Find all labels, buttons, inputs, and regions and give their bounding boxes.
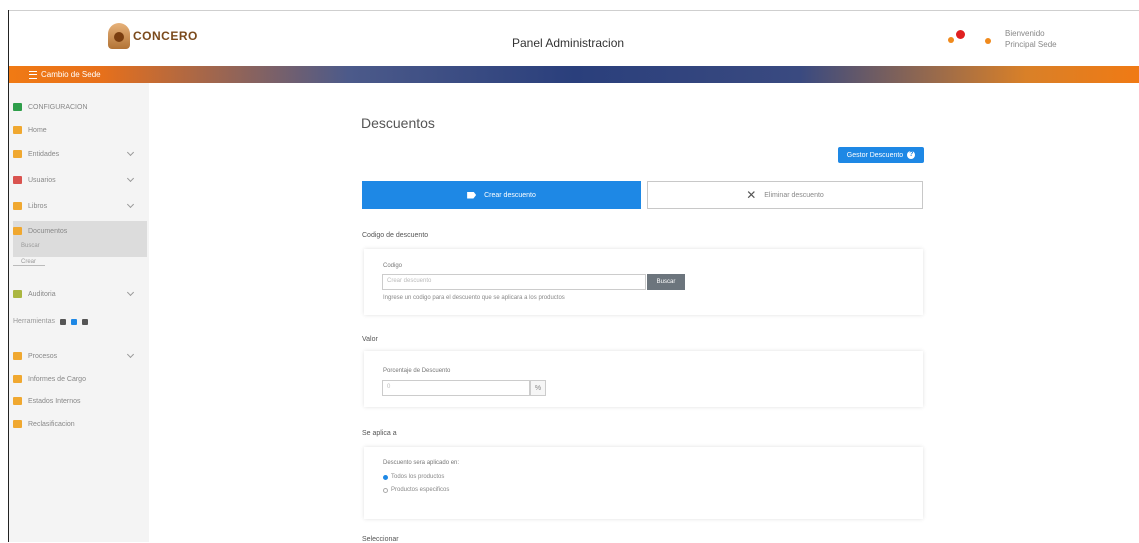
sidebar-item-label: Usuarios [28,176,56,184]
sidebar-tools: Herramientas [13,318,89,325]
sidebar-item-entidades[interactable]: Entidades [13,147,143,161]
bell-icon [948,37,954,43]
reclassify-icon [13,420,22,428]
close-icon: ✕ [746,188,757,202]
gestor-descuento-label: Gestor Descuento [846,151,904,159]
tag-icon [467,191,477,199]
chevron-down-icon [126,288,135,297]
chevron-down-icon [126,350,135,359]
sidebar-item-label: Reclasificacion [28,420,75,428]
tab-crear-descuento[interactable]: Crear descuento [362,181,641,209]
radio-selected-icon [383,474,388,480]
sidebar: CONFIGURACION Home Entidades Usuarios Li… [9,83,149,542]
sidebar-item-label: Home [28,126,47,134]
entities-icon [13,150,22,158]
sidebar-item-usuarios[interactable]: Usuarios [13,173,143,187]
home-icon [13,126,22,134]
section-valor-label: Valor [362,336,378,343]
users-icon [13,176,22,184]
sidebar-item-label: Libros [28,202,48,210]
sidebar-item-estados[interactable]: Estados Internos [13,394,143,408]
sidebar-item-documentos[interactable]: Documentos [13,224,143,238]
codigo-input[interactable]: Crear descuento [382,274,646,290]
sidebar-item-label: Estados Internos [28,397,81,405]
aplica-card: Descuento sera aplicado en: Todos los pr… [364,447,923,519]
percent-suffix: % [530,380,546,396]
user-greeting: Bienvenido [1005,29,1045,38]
process-icon [13,352,22,360]
chevron-down-icon [126,148,135,157]
user-info[interactable]: Bienvenido Principal Sede [1005,28,1057,50]
sidebar-item-procesos[interactable]: Procesos [13,349,143,363]
user-sede: Principal Sede [1005,40,1057,49]
notification-badge [956,30,965,39]
brand-logo[interactable]: CONCERO [108,23,198,49]
tools-label: Herramientas [13,318,56,325]
sidebar-item-label: Auditoria [28,290,56,298]
user-icon[interactable] [985,38,991,44]
sidebar-item-libros[interactable]: Libros [13,199,143,213]
radio-productos-especificos[interactable]: Productos especificos [383,487,449,493]
tab-eliminar-descuento[interactable]: ✕ Eliminar descuento [647,181,923,209]
codigo-field-label: Codigo [383,263,403,269]
logo-text: CONCERO [133,29,198,43]
radio-todos-productos[interactable]: Todos los productos [383,474,444,480]
chevron-down-icon [126,174,135,183]
top-navigation-bar: Cambio de Sede [9,66,1139,83]
help-icon: ? [907,151,916,159]
sidebar-item-auditoria[interactable]: Auditoria [13,287,143,301]
document-icon [13,227,22,235]
notification-bell-icon[interactable] [948,30,966,48]
audit-icon [13,290,22,298]
sidebar-item-label: Documentos [28,227,68,235]
tool-icon[interactable] [71,318,78,325]
sidebar-item-reclasificacion[interactable]: Reclasificacion [13,417,143,431]
logo-mark-icon [108,23,130,49]
tab-label: Crear descuento [484,191,536,199]
sidebar-item-informes[interactable]: Informes de Cargo [13,372,143,386]
radio-unselected-icon [383,487,388,493]
section-codigo-label: Codigo de descuento [362,232,429,239]
chevron-down-icon [126,200,135,209]
change-sede-label: Cambio de Sede [41,70,101,79]
sidebar-item-label: CONFIGURACION [28,103,88,111]
sidebar-divider [13,265,45,266]
sidebar-item-configuracion[interactable]: CONFIGURACION [13,100,143,114]
sidebar-item-label: Informes de Cargo [28,375,86,383]
sidebar-item-home[interactable]: Home [13,123,143,137]
section-aplica-label: Se aplica a [362,430,397,437]
tool-icon[interactable] [60,318,67,325]
status-icon [13,397,22,405]
book-icon [13,202,22,210]
codigo-help-text: Ingrese un codigo para el descuento que … [383,295,565,301]
tool-icon[interactable] [82,318,89,325]
tab-label: Eliminar descuento [764,191,824,199]
gestor-descuento-button[interactable]: Gestor Descuento ? [838,147,924,163]
config-icon [13,103,22,111]
report-icon [13,375,22,383]
buscar-button[interactable]: Buscar [647,274,685,290]
codigo-card: Codigo Crear descuento Buscar Ingrese un… [364,249,923,315]
sidebar-item-label: Entidades [28,150,60,158]
porcentaje-input[interactable]: 0 [382,380,530,396]
sidebar-item-label: Procesos [28,352,58,360]
radio-label: Productos especificos [391,487,450,493]
valor-card: Porcentaje de Descuento 0 % [364,351,923,407]
aplica-field-label: Descuento sera aplicado en: [383,460,460,466]
radio-label: Todos los productos [391,474,445,480]
porcentaje-label: Porcentaje de Descuento [383,368,451,374]
header-title: Panel Administracion [512,36,625,50]
page-title: Descuentos [361,115,435,131]
menu-icon [29,70,37,79]
sidebar-subitem-buscar[interactable]: Buscar [21,243,40,249]
change-sede-button[interactable]: Cambio de Sede [29,70,101,79]
